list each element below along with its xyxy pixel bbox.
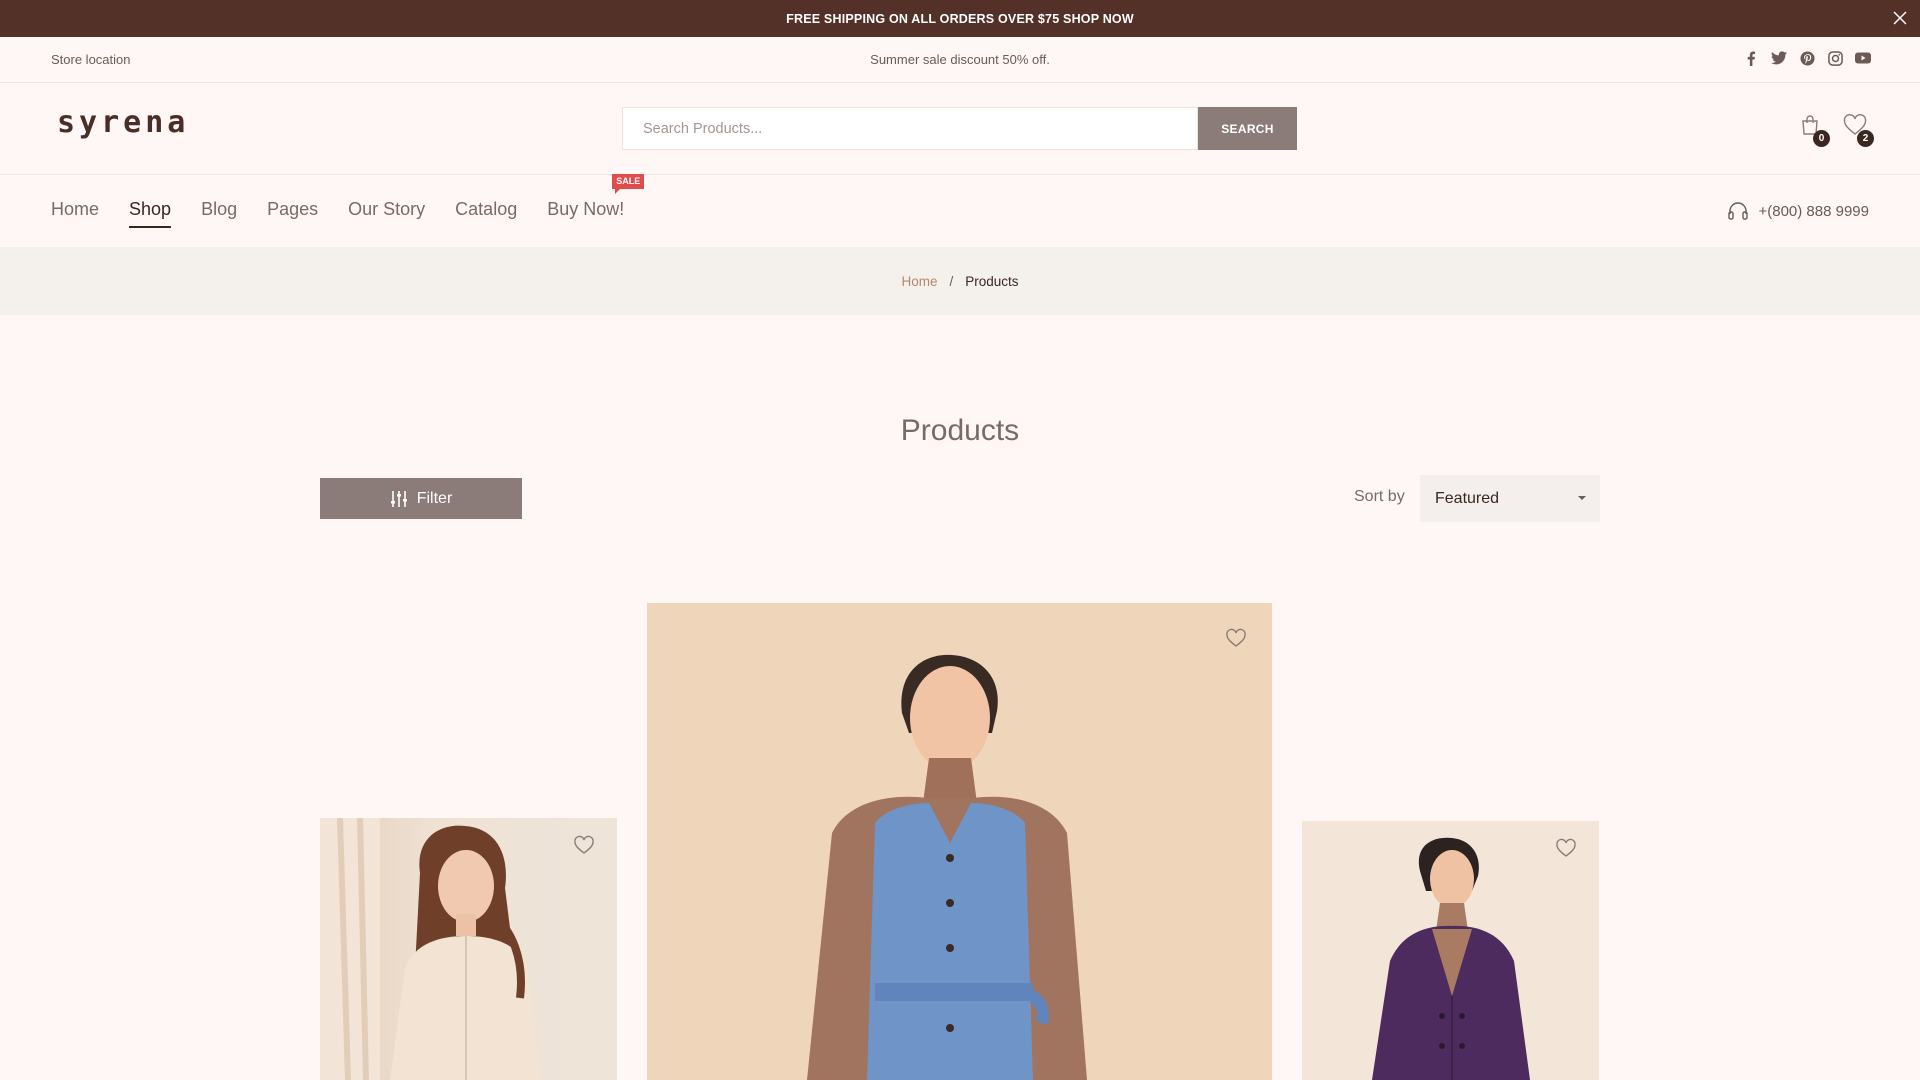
wishlist-heart-icon[interactable]	[1223, 625, 1249, 651]
wishlist-heart-icon[interactable]	[571, 832, 597, 858]
nav-item-home[interactable]: Home	[51, 199, 99, 228]
announcement-bar: FREE SHIPPING ON ALL ORDERS OVER $75 SHO…	[0, 0, 1920, 37]
nav-item-buy-now[interactable]: Buy Now! SALE	[547, 174, 645, 228]
site-logo[interactable]: syrena	[57, 105, 189, 140]
cart-button[interactable]: 0	[1798, 113, 1830, 147]
top-bar: Store location Summer sale discount 50% …	[0, 37, 1920, 83]
main-nav: Home Shop Blog Pages Our Story Catalog B…	[0, 174, 1920, 247]
pinterest-icon[interactable]	[1798, 49, 1816, 67]
twitter-icon[interactable]	[1770, 49, 1788, 67]
nav-item-blog[interactable]: Blog	[201, 199, 237, 228]
close-icon[interactable]	[1886, 4, 1914, 32]
site-header: syrena SEARCH 0 2	[0, 83, 1920, 175]
product-image-2	[647, 603, 1272, 1080]
search-bar: SEARCH	[622, 107, 1297, 150]
filter-label: Filter	[416, 489, 453, 507]
cart-count-badge: 0	[1813, 130, 1830, 147]
headphones-icon	[1728, 202, 1749, 220]
breadcrumb-home-link[interactable]: Home	[901, 274, 937, 289]
product-card-1[interactable]	[320, 818, 617, 1080]
search-button[interactable]: SEARCH	[1198, 107, 1297, 150]
sort-label: Sort by	[1354, 488, 1405, 505]
phone-number: +(800) 888 9999	[1758, 202, 1869, 220]
nav-item-shop[interactable]: Shop	[129, 199, 172, 228]
wishlist-count-badge: 2	[1857, 130, 1874, 147]
sort-selected-value: Featured	[1435, 489, 1500, 507]
facebook-icon[interactable]	[1742, 49, 1760, 67]
announcement-text[interactable]: FREE SHIPPING ON ALL ORDERS OVER $75 SHO…	[786, 12, 1134, 26]
header-actions: 0 2	[1798, 113, 1874, 147]
wishlist-heart-icon[interactable]	[1553, 835, 1579, 861]
social-links	[1742, 49, 1872, 67]
youtube-icon[interactable]	[1854, 49, 1872, 67]
nav-item-pages[interactable]: Pages	[267, 199, 318, 228]
phone-contact[interactable]: +(800) 888 9999	[1727, 201, 1869, 221]
breadcrumb-current: Products	[965, 273, 1019, 289]
page-title: Products	[900, 414, 1020, 447]
product-card-2[interactable]	[647, 603, 1272, 1080]
wishlist-button[interactable]: 2	[1842, 113, 1874, 147]
nav-item-buy-now-label: Buy Now!	[547, 199, 625, 219]
filter-sliders-icon	[390, 490, 407, 507]
instagram-icon[interactable]	[1826, 49, 1844, 67]
breadcrumb: Home / Products	[0, 247, 1920, 315]
store-location-link[interactable]: Store location	[51, 52, 131, 67]
product-card-3[interactable]	[1302, 821, 1599, 1080]
nav-item-catalog[interactable]: Catalog	[455, 199, 517, 228]
filter-button[interactable]: Filter	[320, 478, 522, 519]
promo-text: Summer sale discount 50% off.	[870, 52, 1050, 67]
sort-select[interactable]: Featured	[1420, 475, 1600, 522]
caret-down-icon	[1578, 496, 1586, 500]
nav-item-our-story[interactable]: Our Story	[348, 199, 425, 228]
breadcrumb-separator: /	[949, 273, 954, 289]
search-input[interactable]	[622, 107, 1198, 150]
sale-badge: SALE	[612, 174, 645, 194]
